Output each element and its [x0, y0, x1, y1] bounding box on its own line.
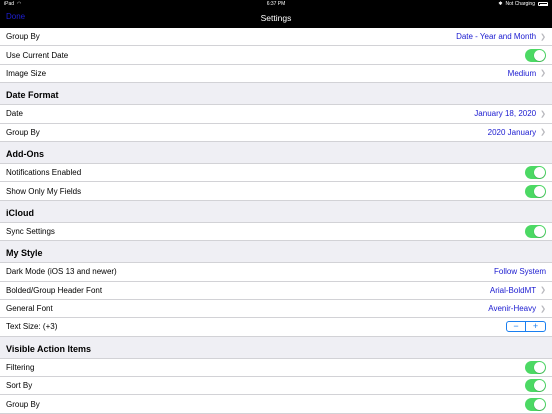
date-row[interactable]: Date January 18, 2020 ❯ [0, 105, 552, 124]
sync-settings-toggle[interactable] [525, 224, 546, 238]
use-current-date-label: Use Current Date [6, 50, 69, 60]
date-group-by-label: Group By [6, 127, 40, 137]
section-header-icloud: iCloud [0, 200, 552, 223]
section-header-add-ons: Add-Ons [0, 141, 552, 164]
navigation-bar: Done Settings [0, 8, 552, 28]
chevron-right-icon: ❯ [540, 305, 546, 313]
sync-settings-row: Sync Settings [0, 222, 552, 242]
use-current-date-toggle[interactable] [525, 48, 546, 62]
date-group-by-value: 2020 January [487, 127, 537, 137]
section-title: Add-Ons [6, 148, 44, 159]
text-size-stepper: − + [506, 321, 546, 333]
text-size-label: Text Size: (+3) [6, 322, 58, 332]
image-size-row[interactable]: Image Size Medium ❯ [0, 64, 552, 84]
chevron-right-icon: ❯ [540, 110, 546, 118]
action-group-by-toggle[interactable] [525, 397, 546, 411]
date-group-by-row[interactable]: Group By 2020 January ❯ [0, 123, 552, 142]
date-label: Date [6, 109, 23, 119]
dark-mode-value: Follow System [493, 267, 546, 277]
group-by-value: Date - Year and Month [456, 32, 537, 42]
bold-font-value: Arial-BoldMT [489, 285, 537, 295]
sync-settings-label: Sync Settings [6, 226, 55, 236]
section-title: Date Format [6, 90, 59, 101]
date-value: January 18, 2020 [474, 109, 537, 119]
notifications-label: Notifications Enabled [6, 168, 82, 178]
show-only-my-fields-row: Show Only My Fields [0, 182, 552, 201]
section-header-date-format: Date Format [0, 83, 552, 106]
increase-text-size-button[interactable]: + [526, 322, 545, 331]
filtering-label: Filtering [6, 362, 35, 372]
notifications-row: Notifications Enabled [0, 163, 552, 183]
section-title: iCloud [6, 207, 34, 218]
battery-text: Not Charging [505, 1, 535, 7]
bold-font-row[interactable]: Bolded/Group Header Font Arial-BoldMT ❯ [0, 281, 552, 300]
bluetooth-icon: ✱ [498, 1, 503, 7]
general-font-label: General Font [6, 304, 53, 314]
filtering-row: Filtering [0, 358, 552, 378]
chevron-right-icon: ❯ [540, 70, 546, 78]
decrease-text-size-button[interactable]: − [507, 322, 526, 332]
action-group-by-label: Group By [6, 399, 40, 409]
filtering-toggle[interactable] [525, 360, 546, 374]
status-time: 6:37 PM [266, 1, 286, 7]
status-right: ✱ Not Charging [498, 1, 548, 7]
group-by-label: Group By [6, 32, 40, 42]
show-only-my-fields-toggle[interactable] [525, 184, 546, 198]
section-title: My Style [6, 248, 43, 259]
status-bar: iPad ◠ 6:37 PM ✱ Not Charging [0, 0, 552, 8]
dark-mode-row[interactable]: Dark Mode (iOS 13 and newer) Follow Syst… [0, 263, 552, 282]
show-only-my-fields-label: Show Only My Fields [6, 186, 82, 196]
battery-icon [538, 2, 548, 6]
chevron-right-icon: ❯ [540, 129, 546, 137]
section-header-my-style: My Style [0, 241, 552, 264]
section-title: Visible Action Items [6, 343, 92, 354]
image-size-value: Medium [507, 68, 537, 78]
action-group-by-row: Group By [0, 395, 552, 414]
sort-by-label: Sort By [6, 381, 33, 391]
bold-font-label: Bolded/Group Header Font [6, 285, 103, 295]
section-header-visible-action-items: Visible Action Items [0, 336, 552, 359]
image-size-label: Image Size [6, 68, 47, 78]
general-font-row[interactable]: General Font Avenir-Heavy ❯ [0, 299, 552, 319]
use-current-date-row: Use Current Date [0, 46, 552, 65]
dark-mode-label: Dark Mode (iOS 13 and newer) [6, 267, 117, 277]
chevron-right-icon: ❯ [540, 33, 546, 41]
chevron-right-icon: ❯ [540, 287, 546, 295]
settings-list: Group By Date - Year and Month ❯ Use Cur… [0, 28, 552, 414]
page-title: Settings [260, 13, 292, 23]
sort-by-row: Sort By [0, 377, 552, 396]
sort-by-toggle[interactable] [525, 379, 546, 393]
text-size-row: Text Size: (+3) − + [0, 318, 552, 337]
notifications-toggle[interactable] [525, 166, 546, 180]
group-by-row[interactable]: Group By Date - Year and Month ❯ [0, 28, 552, 47]
general-font-value: Avenir-Heavy [488, 304, 537, 314]
